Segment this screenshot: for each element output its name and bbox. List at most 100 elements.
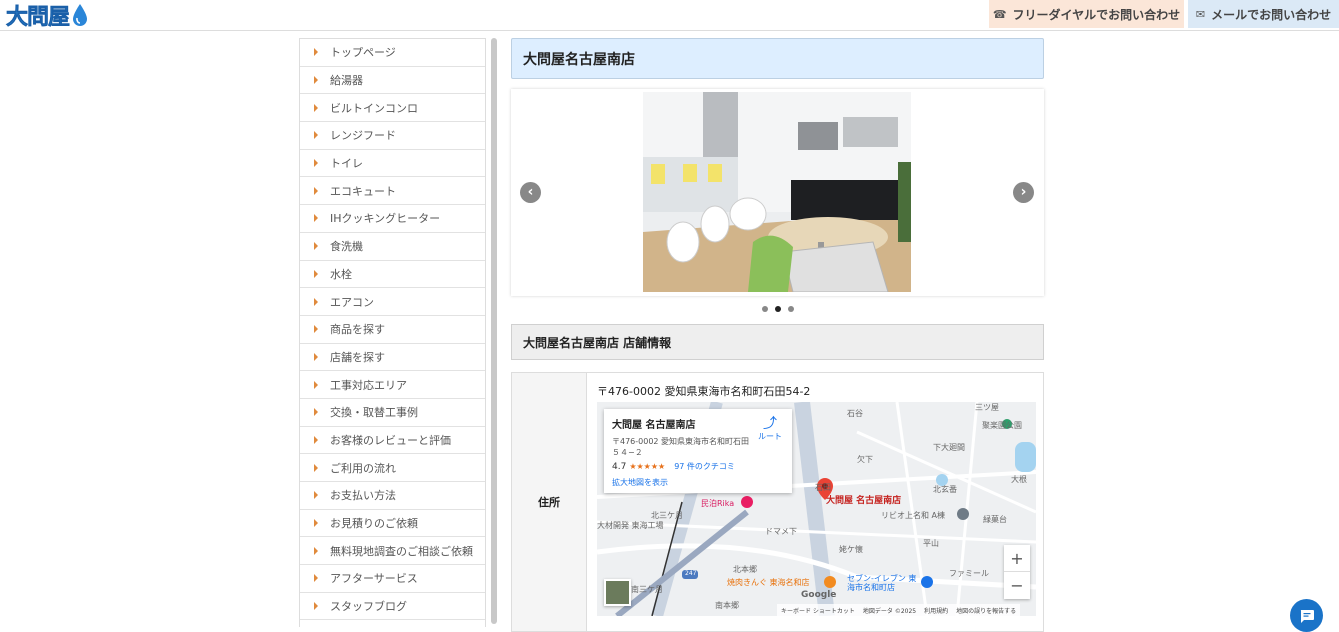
caret-right-icon: [314, 602, 318, 611]
sidebar-item-label: 給湯器: [330, 74, 363, 88]
sidebar-item-label: レンジフード: [330, 129, 396, 143]
sidebar-item[interactable]: アフターサービス: [300, 565, 485, 593]
chat-button[interactable]: [1290, 599, 1323, 632]
sidebar-scrollbar[interactable]: [491, 38, 497, 624]
caret-right-icon: [314, 297, 318, 306]
map-label: 大根: [1011, 475, 1027, 484]
sidebar-item[interactable]: 水栓: [300, 261, 485, 289]
map-label: 聚楽園公園: [982, 421, 1022, 430]
sidebar-item-label: エアコン: [330, 295, 374, 309]
carousel-dot[interactable]: [761, 306, 768, 312]
sidebar-item[interactable]: トップページ: [300, 39, 485, 67]
caret-right-icon: [314, 463, 318, 472]
map-label: 民泊Rika: [701, 499, 735, 508]
star-rating-icon: ★★★★★: [629, 462, 666, 471]
sidebar-item[interactable]: エコキュート: [300, 177, 485, 206]
sidebar-item-label: スタッフブログ: [330, 600, 407, 614]
map-label: 平山: [923, 539, 939, 548]
carousel-dot[interactable]: [787, 306, 794, 312]
caret-right-icon: [314, 546, 318, 555]
sidebar-item-label: トイレ: [330, 157, 363, 171]
carousel-dot[interactable]: [774, 306, 781, 312]
sidebar-item-label: 交換・取替工事例: [330, 406, 418, 420]
sidebar-item[interactable]: 店舗を探す: [300, 344, 485, 372]
envelope-icon: ✉: [1195, 7, 1206, 21]
google-map[interactable]: 石谷 三ツ屋 聚楽園公園 下大廻間 欠下 石田 北玄番 大根 リビオ上名和 A棟…: [597, 402, 1036, 616]
site-header: 大問屋 ☎ フリーダイヤルでお問い合わせ ✉ メールでお問い合わせ: [0, 0, 1339, 31]
sidebar-item[interactable]: 食洗機: [300, 233, 485, 261]
caret-right-icon: [314, 491, 318, 500]
map-label: 大材開発 東海工場: [597, 521, 664, 530]
sidebar-item[interactable]: ビルトインコンロ: [300, 94, 485, 123]
mail-contact-label: メールでお問い合わせ: [1211, 7, 1332, 22]
route-number: 247: [685, 570, 697, 577]
main-content: 大問屋名古屋南店 ‹ › 大問屋名古屋南店 店舗情報 住所 〒476-0002 …: [511, 38, 1044, 632]
zoom-out-button[interactable]: −: [1004, 572, 1030, 599]
site-logo[interactable]: 大問屋: [6, 1, 89, 30]
sidebar-item-label: 食洗機: [330, 240, 363, 254]
sidebar-item-label: IHクッキングヒーター: [330, 212, 441, 226]
sidebar-item[interactable]: お支払い方法: [300, 482, 485, 510]
store-info-heading: 大問屋名古屋南店 店舗情報: [511, 324, 1044, 360]
map-label: 南本郷: [715, 601, 739, 610]
rating-value: 4.7: [612, 461, 627, 472]
sidebar-item[interactable]: 交換・取替工事例: [300, 399, 485, 427]
directions-icon: ⤴: [763, 416, 777, 432]
map-label: セブン-イレブン 東海市名和町店: [847, 574, 917, 592]
sidebar-item-label: アフターサービス: [330, 572, 418, 586]
caret-right-icon: [314, 131, 318, 140]
caret-right-icon: [314, 76, 318, 85]
map-label: 焼肉きんぐ 東海名和店: [727, 578, 810, 587]
satellite-toggle[interactable]: [604, 579, 631, 606]
sidebar-item-label: 店舗を探す: [330, 350, 385, 364]
sidebar-item[interactable]: お客様のレビューと評価: [300, 427, 485, 455]
store-pin-label[interactable]: 大問屋 名古屋南店: [826, 493, 901, 506]
map-label: 北本郷: [733, 565, 757, 574]
freedial-contact-button[interactable]: ☎ フリーダイヤルでお問い合わせ: [989, 0, 1184, 28]
sidebar-item[interactable]: 無料現地調査のご相談ご依頼: [300, 537, 485, 566]
map-label: 緑菓台: [983, 515, 1007, 524]
phone-icon: ☎: [992, 7, 1007, 21]
caret-right-icon: [314, 48, 318, 57]
sidebar-item[interactable]: スタッフブログ: [300, 593, 485, 621]
sidebar-item[interactable]: ご利用の流れ: [300, 454, 485, 482]
sidebar-item[interactable]: 商品を探す: [300, 316, 485, 344]
mail-contact-button[interactable]: ✉ メールでお問い合わせ: [1188, 0, 1339, 28]
caret-right-icon: [314, 380, 318, 389]
sidebar-item-label: 水栓: [330, 267, 352, 281]
map-place-card: 大問屋 名古屋南店 〒476-0002 愛知県東海市名和町石田５４−２ 4.7 …: [604, 409, 792, 493]
sidebar-item[interactable]: IHクッキングヒーター: [300, 205, 485, 233]
sidebar-item[interactable]: お見積りのご依頼: [300, 510, 485, 538]
sidebar-item[interactable]: 給湯器: [300, 67, 485, 95]
caret-right-icon: [314, 352, 318, 361]
store-photo-carousel: ‹ ›: [511, 89, 1044, 296]
sidebar-item-label: 商品を探す: [330, 323, 385, 337]
freedial-contact-label: フリーダイヤルでお問い合わせ: [1012, 7, 1181, 22]
larger-map-link[interactable]: 拡大地図を表示: [612, 477, 784, 488]
store-info-table: 住所 〒476-0002 愛知県東海市名和町石田54-2 石谷 三ツ屋 聚楽園公…: [511, 372, 1044, 632]
keyboard-shortcuts-link[interactable]: キーボード ショートカット: [781, 606, 855, 615]
reviews-link[interactable]: 97 件のクチコミ: [674, 461, 735, 472]
sidebar-item-label: 工事対応エリア: [330, 378, 407, 392]
sidebar-item-label: トップページ: [330, 46, 396, 60]
map-label: 姥ケ懐: [839, 545, 863, 554]
sidebar-item[interactable]: トイレ: [300, 150, 485, 178]
sidebar-item-label: お見積りのご依頼: [330, 517, 418, 531]
terms-link[interactable]: 利用規約: [924, 606, 948, 615]
sidebar-item[interactable]: レンジフード: [300, 122, 485, 150]
report-error-link[interactable]: 地図の誤りを報告する: [956, 606, 1016, 615]
caret-right-icon: [314, 214, 318, 223]
map-label: 三ツ屋: [975, 403, 999, 412]
sidebar-item[interactable]: エアコン: [300, 288, 485, 316]
map-data-credit: 地図データ ©2025: [862, 607, 917, 615]
sidebar-item-label: 無料現地調査のご相談ご依頼: [330, 544, 473, 558]
sidebar-item[interactable]: 工事対応エリア: [300, 371, 485, 399]
caret-right-icon: [314, 325, 318, 334]
carousel-prev-button[interactable]: ‹: [520, 182, 541, 203]
zoom-in-button[interactable]: +: [1004, 545, 1030, 572]
google-logo: Google: [801, 590, 837, 600]
directions-button[interactable]: ⤴ ルート: [758, 417, 782, 442]
caret-right-icon: [314, 186, 318, 195]
place-card-address: 〒476-0002 愛知県東海市名和町石田５４−２: [612, 437, 750, 457]
carousel-next-button[interactable]: ›: [1013, 182, 1034, 203]
